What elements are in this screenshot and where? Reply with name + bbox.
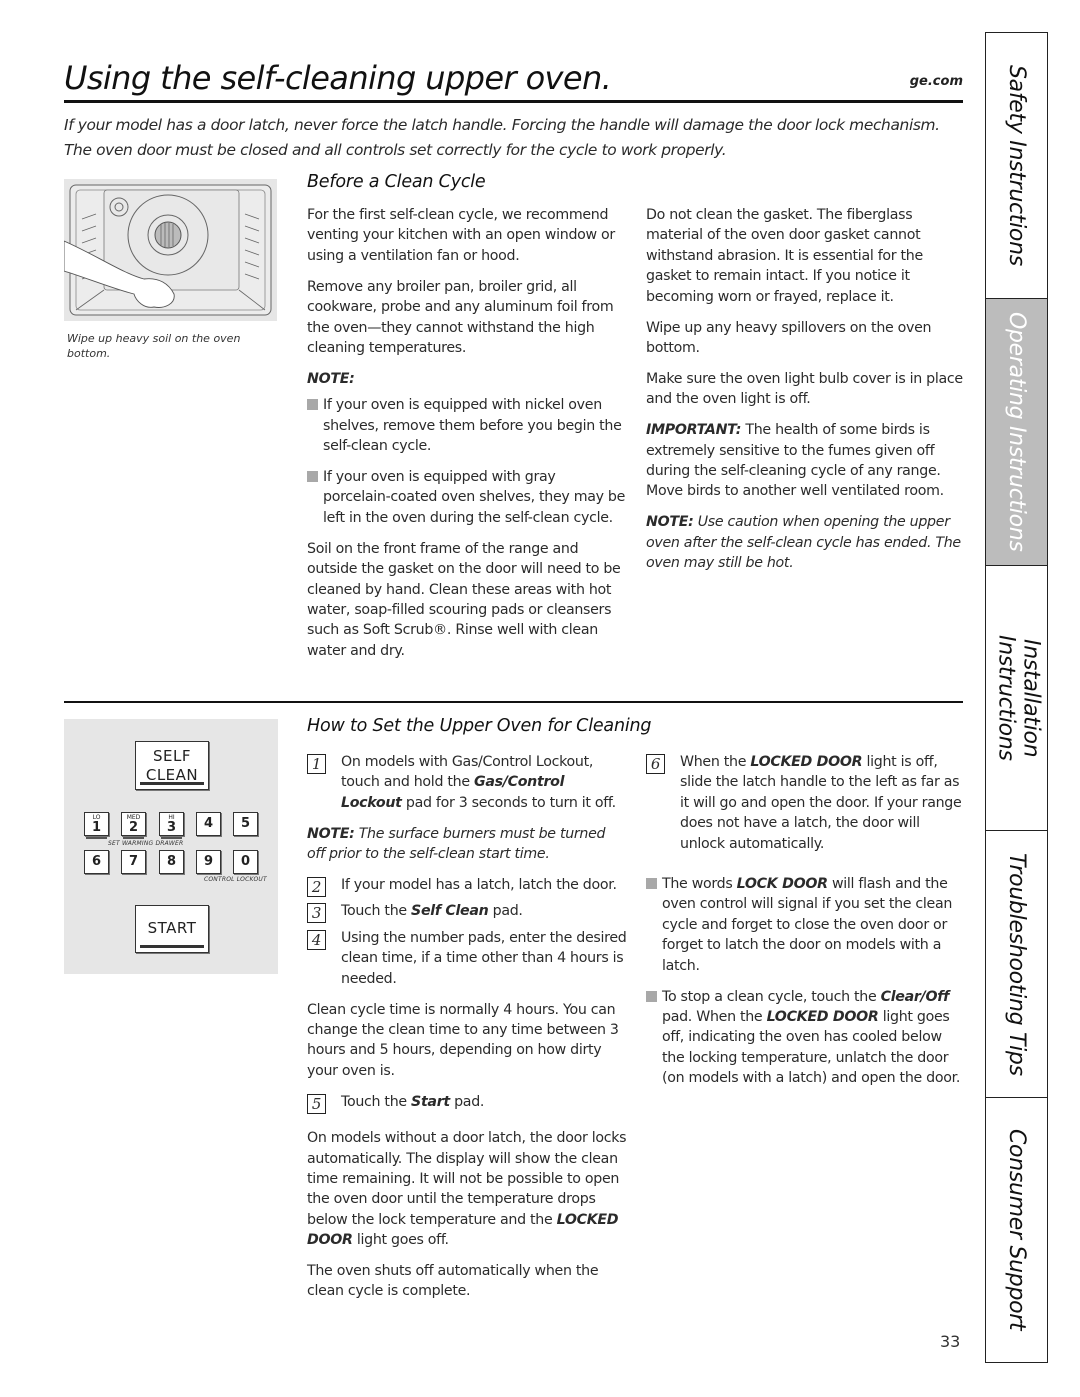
step-number: 3 xyxy=(307,903,326,924)
self-clean-pad: SELF CLEAN xyxy=(135,741,209,790)
step-number: 1 xyxy=(307,754,326,774)
lock-door-bullet: The words LOCK DOOR will flash and the o… xyxy=(646,874,966,976)
note-bullet: If your oven is equipped with nickel ove… xyxy=(307,395,627,456)
key-1: LO 1 xyxy=(84,812,109,839)
start-pad: START xyxy=(135,905,209,953)
control-panel-illustration: SELF CLEAN LO 1 MED 2 HI 3 4 5 SET WARMING … xyxy=(64,719,278,974)
key-9: 9 xyxy=(196,850,221,874)
key-3: HI 3 xyxy=(159,812,184,839)
step-number: 6 xyxy=(646,754,665,774)
how-to-column-right: 6 When the LOCKED DOOR light is off, sli… xyxy=(646,752,966,1099)
key-6: 6 xyxy=(84,850,109,874)
remove-items-paragraph: Remove any broiler pan, broiler grid, al… xyxy=(307,278,614,356)
bullet-square-icon xyxy=(646,990,657,1002)
key-7: 7 xyxy=(121,850,146,874)
tab-operating-instructions[interactable]: Operating Instructions xyxy=(986,299,1047,566)
step-2: 2 If your model has a latch, latch the d… xyxy=(307,875,627,898)
step-1: 1 On models with Gas/Control Lockout, to… xyxy=(307,752,627,813)
key-2: MED 2 xyxy=(121,812,146,839)
section-tabs: Safety Instructions Operating Instructio… xyxy=(985,32,1048,1363)
before-clean-column-left: For the first self-clean cycle, we recom… xyxy=(307,205,627,672)
step-6: 6 When the LOCKED DOOR light is off, sli… xyxy=(646,752,966,854)
tab-troubleshooting-tips[interactable]: Troubleshooting Tips xyxy=(986,831,1047,1098)
step-5: 5 Touch the Start pad. xyxy=(307,1092,627,1114)
important-birds-paragraph: IMPORTANT: The health of some birds is e… xyxy=(646,422,944,500)
bullet-square-icon xyxy=(646,878,657,890)
oven-cleaning-illustration xyxy=(63,179,277,321)
before-clean-heading: Before a Clean Cycle xyxy=(307,172,486,192)
step-number: 5 xyxy=(307,1093,326,1114)
spillovers-paragraph: Wipe up any heavy spillovers on the oven… xyxy=(646,319,932,356)
bullet-square-icon xyxy=(307,399,318,411)
bullet-square-icon xyxy=(307,470,318,482)
control-lockout-label: CONTROL LOCKOUT xyxy=(204,876,267,883)
step-4: 4 Using the number pads, enter the desir… xyxy=(307,928,627,989)
venting-paragraph: For the first self-clean cycle, we recom… xyxy=(307,207,615,264)
note-bullet: If your oven is equipped with gray porce… xyxy=(307,467,627,528)
how-to-heading: How to Set the Upper Oven for Cleaning xyxy=(307,716,652,736)
step-number: 4 xyxy=(307,929,326,950)
no-latch-paragraph: On models without a door latch, the door… xyxy=(307,1130,627,1249)
tab-consumer-support[interactable]: Consumer Support xyxy=(986,1098,1047,1361)
set-warming-drawer-label: SET WARMING DRAWER xyxy=(108,840,184,847)
header-rule xyxy=(64,100,963,103)
note-label: NOTE: xyxy=(307,370,355,387)
light-paragraph: Make sure the oven light bulb cover is i… xyxy=(646,370,963,408)
key-0: 0 xyxy=(233,850,258,874)
caution-note-paragraph: NOTE: Use caution when opening the upper… xyxy=(646,514,961,572)
page-number: 33 xyxy=(940,1332,961,1351)
oven-interior-icon xyxy=(63,184,272,316)
step-number: 2 xyxy=(307,877,326,898)
section-divider xyxy=(64,701,963,703)
burner-note: NOTE: The surface burners must be turned… xyxy=(307,825,606,863)
how-to-column-left: 1 On models with Gas/Control Lockout, to… xyxy=(307,752,627,1312)
step-3: 3 Touch the Self Clean pad. xyxy=(307,901,627,924)
before-clean-column-right: Do not clean the gasket. The fiberglass … xyxy=(646,205,966,584)
auto-shutoff-paragraph: The oven shuts off automatically when th… xyxy=(307,1263,599,1300)
gasket-paragraph: Do not clean the gasket. The fiberglass … xyxy=(646,207,923,305)
cycle-time-paragraph: Clean cycle time is normally 4 hours. Yo… xyxy=(307,1001,619,1079)
key-8: 8 xyxy=(159,850,184,874)
website-link[interactable]: ge.com xyxy=(905,74,963,89)
key-5: 5 xyxy=(233,812,258,836)
key-4: 4 xyxy=(196,812,221,836)
intro-warning: If your model has a door latch, never fo… xyxy=(64,116,940,159)
page-title: Using the self-cleaning upper oven. xyxy=(64,59,612,97)
front-frame-paragraph: Soil on the front frame of the range and… xyxy=(307,540,621,659)
stop-cycle-bullet: To stop a clean cycle, touch the Clear/O… xyxy=(646,987,966,1089)
tab-safety-instructions[interactable]: Safety Instructions xyxy=(986,33,1047,299)
illustration-caption: Wipe up heavy soil on the oven bottom. xyxy=(67,332,241,360)
tab-installation-instructions[interactable]: Installation Instructions xyxy=(986,566,1047,831)
